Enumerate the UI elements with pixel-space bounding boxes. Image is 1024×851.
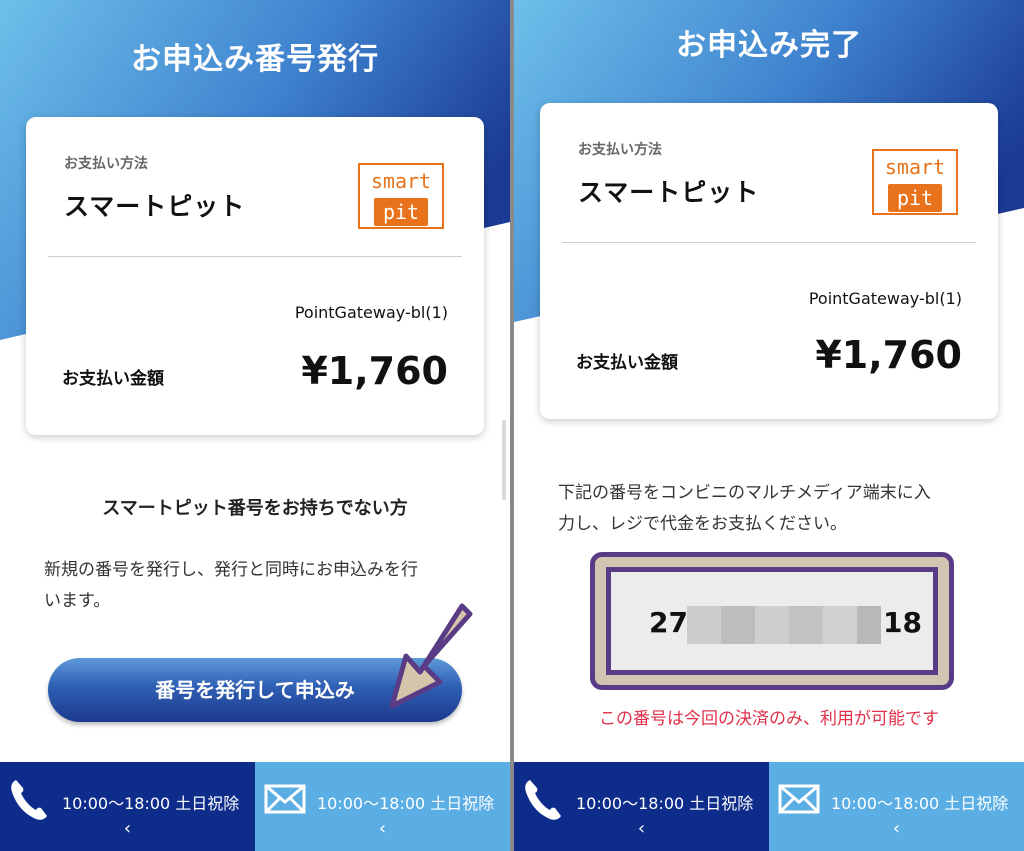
instruction-text: 下記の番号をコンビニのマルチメディア端末に入 力し、レジで代金をお支払ください。	[558, 483, 931, 534]
payment-method-label: お支払い方法	[64, 156, 148, 172]
payment-number-frame: 27 18	[590, 552, 954, 690]
issue-number-screen: お申込み番号発行 お支払い方法 スマートピット smart pit PointG…	[0, 0, 510, 851]
chevron-left-icon: ‹	[892, 818, 901, 839]
mail-icon	[264, 784, 306, 814]
phone-icon	[11, 780, 48, 820]
payment-number-suffix: 18	[883, 606, 922, 639]
chevron-left-icon: ‹	[637, 818, 646, 839]
card-divider	[48, 256, 462, 257]
payment-summary-card: お支払い方法 スマートピット smart pit PointGateway-bl…	[540, 103, 998, 419]
contact-footer: 10:00〜18:00 土日祝除 ‹ 10:00〜18:00 土日祝除 ‹	[0, 762, 510, 851]
amount-value: ¥1,760	[301, 349, 448, 393]
merchant-name: PointGateway-bl(1)	[808, 289, 962, 308]
page-title: お申込み番号発行	[131, 42, 379, 77]
pointer-arrow-icon	[389, 603, 473, 709]
page-title: お申込み完了	[676, 28, 862, 63]
phone-icon	[525, 780, 561, 820]
section-heading: スマートピット番号をお持ちでない方	[102, 498, 408, 519]
mail-contact[interactable]: 10:00〜18:00 土日祝除 ‹	[255, 762, 510, 851]
phone-hours: 10:00〜18:00 土日祝除	[62, 794, 240, 813]
payment-method-label: お支払い方法	[578, 142, 662, 158]
mail-contact[interactable]: 10:00〜18:00 土日祝除 ‹	[769, 762, 1024, 851]
payment-number-redacted	[687, 606, 881, 644]
chevron-left-icon: ‹	[123, 818, 132, 839]
chevron-left-icon: ‹	[378, 818, 387, 839]
description-text: 新規の番号を発行し、発行と同時にお申込みを行 います。	[44, 560, 418, 611]
payment-summary-card: お支払い方法 スマートピット smart pit PointGateway-bl…	[26, 117, 484, 435]
number-usage-warning: この番号は今回の決済のみ、利用が可能です	[599, 709, 939, 729]
mail-hours: 10:00〜18:00 土日祝除	[317, 794, 495, 813]
mail-hours: 10:00〜18:00 土日祝除	[831, 794, 1009, 813]
payment-method-name: スマートピット	[64, 192, 246, 221]
scrollbar[interactable]	[502, 420, 506, 500]
application-complete-screen: お申込み完了 お支払い方法 スマートピット smart pit PointGat…	[514, 0, 1024, 851]
phone-hours: 10:00〜18:00 土日祝除	[576, 794, 754, 813]
mail-icon	[778, 784, 820, 814]
amount-value: ¥1,760	[815, 333, 962, 377]
phone-contact[interactable]: 10:00〜18:00 土日祝除 ‹	[0, 762, 255, 851]
amount-label: お支払い金額	[576, 353, 678, 373]
payment-number-box: 27 18	[606, 567, 938, 675]
payment-method-name: スマートピット	[578, 178, 760, 207]
payment-number-prefix: 27	[649, 606, 688, 639]
smartpit-logo: smart pit	[358, 163, 444, 229]
contact-footer: 10:00〜18:00 土日祝除 ‹ 10:00〜18:00 土日祝除 ‹	[514, 762, 1024, 851]
card-divider	[562, 242, 976, 243]
smartpit-logo: smart pit	[872, 149, 958, 215]
amount-label: お支払い金額	[62, 369, 164, 389]
merchant-name: PointGateway-bl(1)	[294, 303, 448, 322]
phone-contact[interactable]: 10:00〜18:00 土日祝除 ‹	[514, 762, 769, 851]
